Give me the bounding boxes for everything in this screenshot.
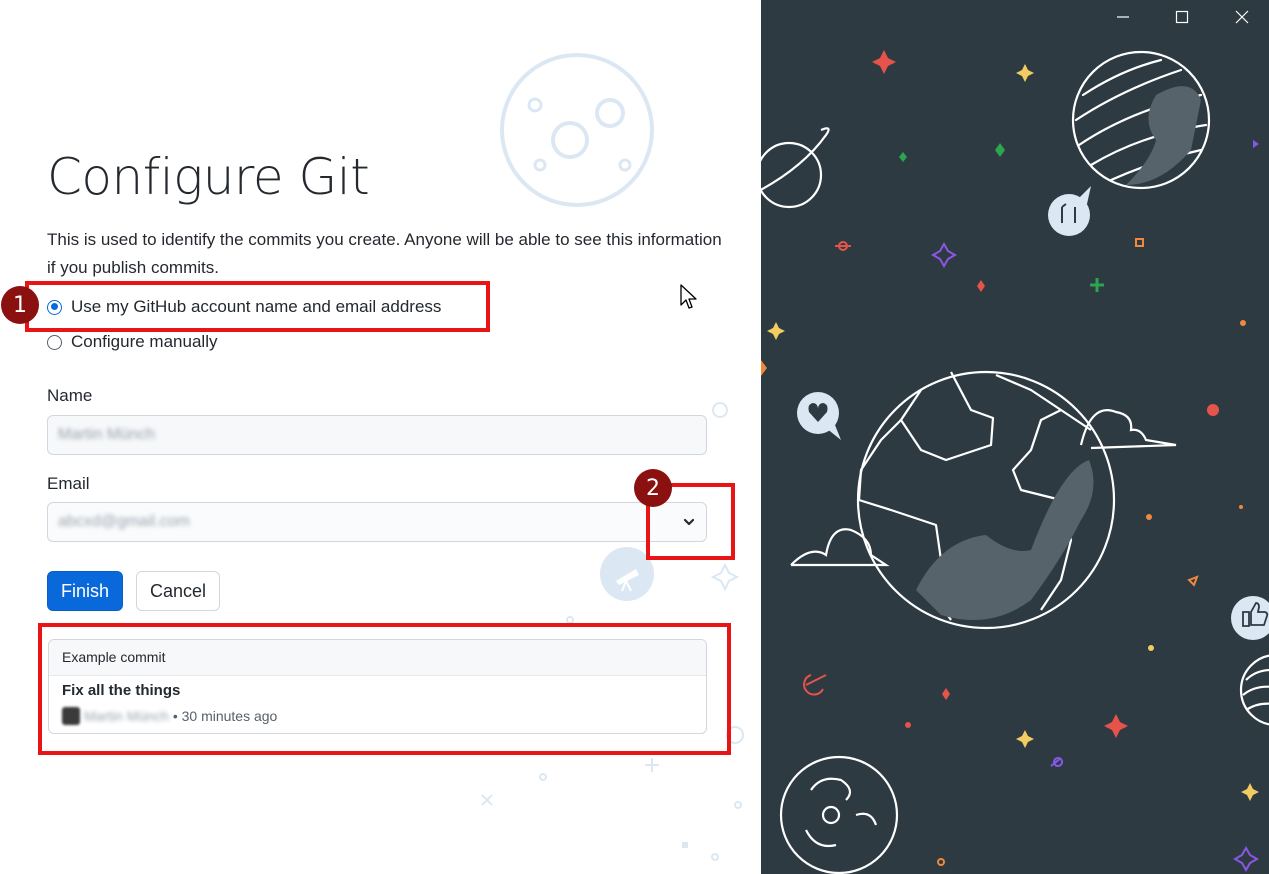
annotation-badge-1: 1	[1, 286, 39, 324]
thumbs-up-bubble	[1231, 596, 1269, 640]
maximize-icon	[1175, 10, 1189, 24]
email-dropdown[interactable]: abcxd@gmail.com	[47, 502, 707, 542]
annotation-badge-2: 2	[634, 469, 672, 507]
pull-request-bubble	[1048, 186, 1091, 236]
minimize-button[interactable]	[1101, 4, 1145, 30]
email-label: Email	[47, 474, 90, 493]
close-window-button[interactable]	[1220, 4, 1264, 30]
annotation-box-3	[38, 623, 731, 755]
email-dropdown-value: abcxd@gmail.com	[58, 513, 190, 530]
configure-manually-option[interactable]: Configure manually	[47, 332, 217, 352]
name-label: Name	[47, 386, 93, 405]
page-description: This is used to identify the commits you…	[47, 230, 722, 277]
annotation-box-1	[25, 281, 490, 332]
moon-illustration	[500, 53, 654, 207]
swirl-planet	[779, 755, 899, 874]
cancel-button[interactable]: Cancel	[136, 571, 220, 611]
configure-manually-option-label: Configure manually	[71, 332, 218, 351]
illustration-panel	[761, 0, 1269, 874]
minimize-icon	[1117, 16, 1129, 18]
name-field[interactable]: Martin Münch	[47, 415, 707, 455]
maximize-button[interactable]	[1160, 4, 1204, 30]
radio-unselected-icon[interactable]	[47, 334, 62, 350]
page-title: Configure Git	[47, 148, 370, 206]
close-icon	[1235, 10, 1249, 24]
mouse-cursor-icon	[680, 284, 697, 309]
finish-button[interactable]: Finish	[47, 571, 123, 611]
heart-bubble	[797, 392, 841, 440]
name-field-value: Martin Münch	[58, 426, 155, 443]
space-illustration	[761, 50, 1269, 874]
